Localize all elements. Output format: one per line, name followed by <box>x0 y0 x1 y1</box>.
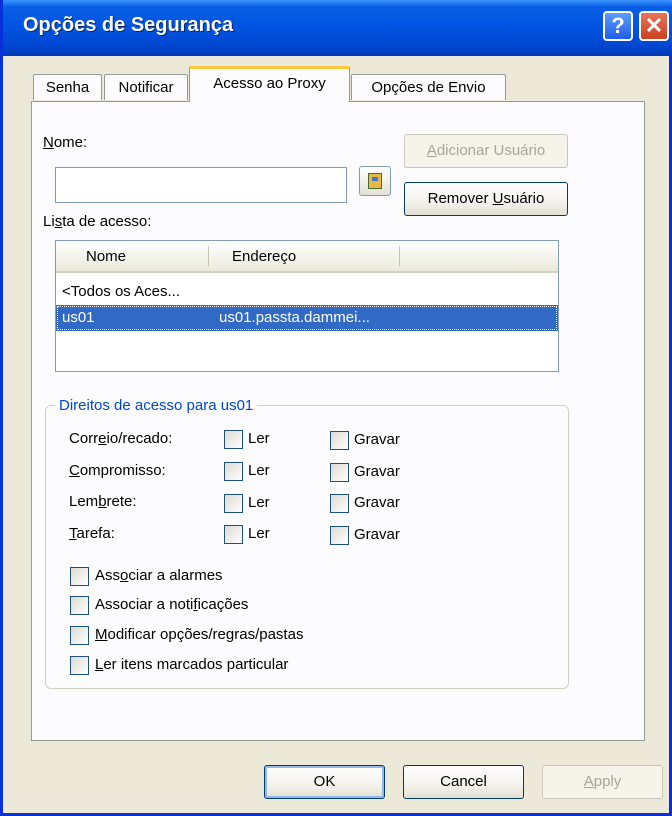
tab-label: Senha <box>45 79 90 96</box>
column-divider[interactable] <box>399 246 400 266</box>
appointment-write-checkbox[interactable] <box>330 463 349 482</box>
column-header-address[interactable]: Endereço <box>232 241 296 271</box>
address-book-button[interactable] <box>359 166 391 196</box>
reminder-rights-label: Lembrete: <box>69 493 137 510</box>
appointment-write-label: Gravar <box>354 463 400 480</box>
name-input[interactable] <box>55 167 347 203</box>
list-item-address: us01.passta.dammei... <box>219 309 370 326</box>
reminder-write-label: Gravar <box>354 494 400 511</box>
task-write-label: Gravar <box>354 526 400 543</box>
notifications-checkbox[interactable] <box>70 596 89 615</box>
list-item[interactable]: <Todos os Aces... <box>56 279 558 305</box>
modify-options-label: Modificar opções/regras/pastas <box>95 626 304 643</box>
mail-read-checkbox[interactable] <box>224 430 243 449</box>
alarms-label: Associar a alarmes <box>95 567 223 584</box>
tab-acesso-ao-proxy[interactable]: Acesso ao Proxy <box>189 66 350 102</box>
help-button[interactable]: ? <box>603 11 633 41</box>
list-item-name: <Todos os Aces... <box>62 283 180 300</box>
title-bar[interactable]: Opções de Segurança ? ✕ <box>3 0 672 56</box>
reminder-read-label: Ler <box>248 494 270 511</box>
appointment-rights-label: Compromisso: <box>69 462 166 479</box>
tab-notificar[interactable]: Notificar <box>104 74 188 100</box>
tab-label: Acesso ao Proxy <box>213 75 326 92</box>
list-item-name: us01 <box>62 309 95 326</box>
mail-write-checkbox[interactable] <box>330 431 349 450</box>
mail-write-label: Gravar <box>354 431 400 448</box>
ok-button[interactable]: OK <box>264 765 385 799</box>
access-rights-group <box>45 405 569 689</box>
task-rights-label: Tarefa: <box>69 525 115 542</box>
reminder-write-checkbox[interactable] <box>330 494 349 513</box>
modify-options-checkbox[interactable] <box>70 626 89 645</box>
access-rights-legend: Direitos de acesso para us01 <box>55 397 258 414</box>
tab-senha[interactable]: Senha <box>33 74 102 100</box>
tab-opcoes-de-envio[interactable]: Opções de Envio <box>351 74 506 100</box>
task-read-checkbox[interactable] <box>224 525 243 544</box>
reminder-read-checkbox[interactable] <box>224 494 243 513</box>
address-book-icon <box>368 173 382 189</box>
tab-label: Notificar <box>118 79 174 96</box>
tab-label: Opções de Envio <box>371 79 486 96</box>
appointment-read-checkbox[interactable] <box>224 462 243 481</box>
private-items-label: Ler itens marcados particular <box>95 656 289 673</box>
cancel-button[interactable]: Cancel <box>403 765 524 799</box>
task-read-label: Ler <box>248 525 270 542</box>
list-item-selected[interactable]: us01 us01.passta.dammei... <box>56 305 558 331</box>
name-label: Nome: <box>43 134 88 151</box>
security-options-window: Opções de Segurança ? ✕ Senha Notificar … <box>0 0 672 816</box>
task-write-checkbox[interactable] <box>330 526 349 545</box>
appointment-read-label: Ler <box>248 462 270 479</box>
private-items-checkbox[interactable] <box>70 656 89 675</box>
access-list-label: Lista de acesso: <box>43 213 152 230</box>
access-list[interactable]: Nome Endereço <Todos os Aces... us01 us0… <box>55 240 559 372</box>
remove-user-button[interactable]: Remover Usuário <box>404 182 568 216</box>
close-button[interactable]: ✕ <box>639 11 669 41</box>
notifications-label: Associar a notificações <box>95 596 249 613</box>
apply-button[interactable]: Apply <box>542 765 663 799</box>
question-icon: ? <box>611 13 625 38</box>
column-divider[interactable] <box>208 246 209 266</box>
add-user-button[interactable]: Adicionar Usuário <box>404 134 568 168</box>
window-title: Opções de Segurança <box>23 14 234 36</box>
access-list-header: Nome Endereço <box>56 241 558 273</box>
alarms-checkbox[interactable] <box>70 567 89 586</box>
close-icon: ✕ <box>644 13 664 38</box>
column-header-name[interactable]: Nome <box>86 241 126 271</box>
mail-rights-label: Correio/recado: <box>69 430 173 447</box>
mail-read-label: Ler <box>248 430 270 447</box>
